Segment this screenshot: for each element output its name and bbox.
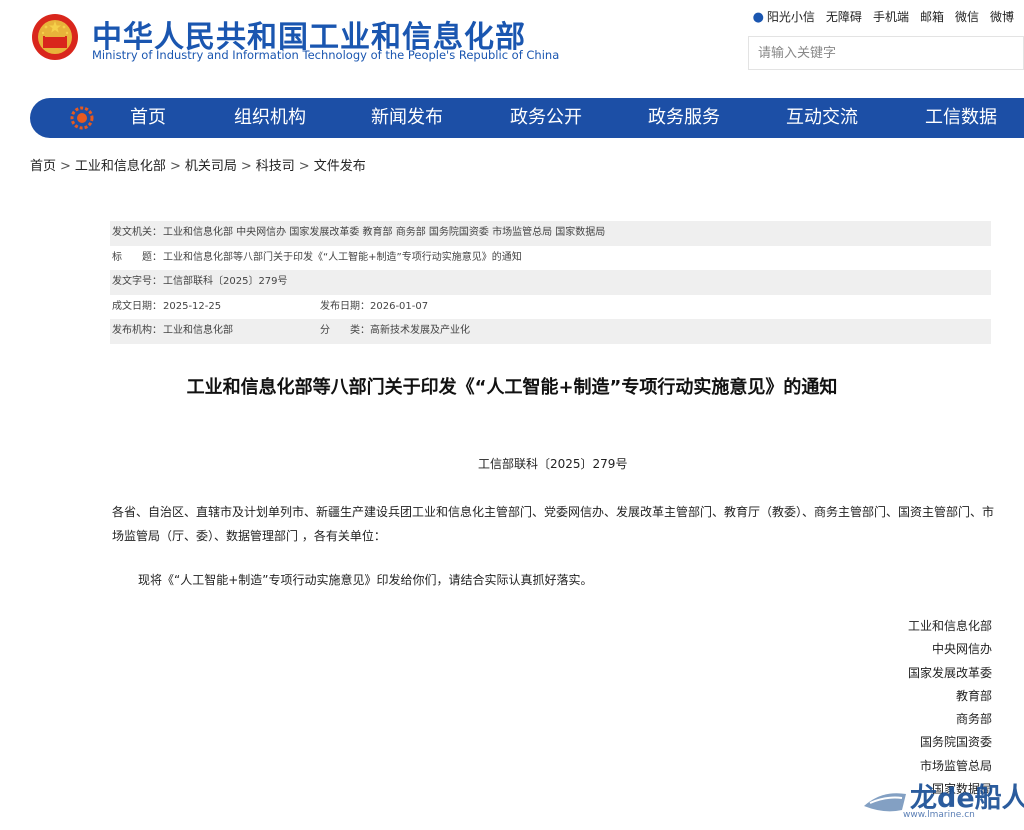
- top-links: ● 阳光小信 无障碍 手机端 邮箱 微信 微博: [753, 8, 1014, 25]
- nav-gov-affairs[interactable]: 政务公开: [510, 98, 582, 138]
- nav-gov-services[interactable]: 政务服务: [648, 98, 720, 138]
- nav-interaction[interactable]: 互动交流: [786, 98, 858, 138]
- meta-row-org: 发布机构： 工业和信息化部 分 类： 高新技术发展及产业化: [110, 319, 991, 344]
- breadcrumb-separator: >: [60, 159, 71, 174]
- signer: 中央网信办: [931, 642, 992, 657]
- breadcrumb-ministry[interactable]: 工业和信息化部: [75, 159, 166, 174]
- meta-value: 工业和信息化部等八部门关于印发《“人工智能+制造”专项行动实施意见》的通知: [163, 251, 522, 263]
- meta-value: 工信部联科〔2025〕279号: [163, 276, 288, 288]
- meta-value: 工业和信息化部: [163, 325, 233, 337]
- nav-organization[interactable]: 组织机构: [234, 98, 306, 138]
- meta-label: 发布日期：: [320, 300, 370, 312]
- breadcrumb-science-tech[interactable]: 科技司: [256, 159, 295, 174]
- search-input[interactable]: [749, 37, 1023, 69]
- meta-label: 发文机关：: [112, 227, 162, 238]
- meta-label: 分 类：: [320, 325, 370, 337]
- article-title: 工业和信息化部等八部门关于印发《“人工智能+制造”专项行动实施意见》的通知: [186, 377, 838, 398]
- document-number: 工信部联科〔2025〕279号: [478, 457, 628, 471]
- breadcrumb-separator: >: [298, 159, 310, 174]
- signer: 市场监管总局: [919, 758, 992, 773]
- signers-list: 工业和信息化部 中央网信办 国家发展改革委 教育部 商务部 国务院国资委 市场监…: [908, 615, 992, 801]
- nav-home[interactable]: 首页: [130, 98, 166, 138]
- nav-data[interactable]: 工信数据: [925, 98, 997, 138]
- miit-logo-icon[interactable]: [70, 106, 94, 130]
- meta-value: 高新技术发展及产业化: [370, 325, 470, 337]
- document-meta-table: 发文机关： 工业和信息化部 中央网信办 国家发展改革委 教育部 商务部 国务院国…: [110, 221, 991, 344]
- site-subtitle: Ministry of Industry and Information Tec…: [92, 48, 560, 62]
- meta-row-doc-number: 发文字号： 工信部联科〔2025〕279号: [110, 270, 991, 295]
- meta-label: 成文日期：: [112, 300, 162, 312]
- national-emblem-icon: [32, 14, 78, 60]
- nav-news[interactable]: 新闻发布: [371, 98, 443, 138]
- signer: 国务院国资委: [919, 735, 992, 750]
- breadcrumb: 首页 > 工业和信息化部 > 机关司局 > 科技司 > 文件发布: [30, 155, 366, 174]
- meta-label: 发布机构：: [112, 325, 162, 337]
- article-body: 现将《“人工智能+制造”专项行动实施意见》印发给你们，请结合实际认真抓好落实。: [138, 573, 593, 587]
- signer: 教育部: [955, 688, 992, 703]
- watermark-url: www.lmarine.cn: [903, 810, 975, 820]
- meta-label: 标 题：: [112, 251, 162, 263]
- top-link-mobile[interactable]: 手机端: [873, 8, 909, 25]
- breadcrumb-separator: >: [240, 159, 252, 174]
- search-box: [748, 36, 1024, 70]
- meta-value: 工业和信息化部 中央网信办 国家发展改革委 教育部 商务部 国务院国资委 市场监…: [163, 227, 606, 238]
- meta-row-issuer: 发文机关： 工业和信息化部 中央网信办 国家发展改革委 教育部 商务部 国务院国…: [110, 221, 991, 246]
- top-link-sunshine[interactable]: ● 阳光小信: [753, 8, 815, 25]
- breadcrumb-documents[interactable]: 文件发布: [314, 159, 366, 174]
- breadcrumb-separator: >: [169, 159, 181, 174]
- meta-value: 2025-12-25: [163, 300, 222, 312]
- top-link-mail[interactable]: 邮箱: [920, 8, 944, 25]
- signer: 国家发展改革委: [907, 665, 992, 680]
- article-recipients: 各省、自治区、直辖市及计划单列市、新疆生产建设兵团工业和信息化主管部门、党委网信…: [112, 505, 995, 543]
- signer: 工业和信息化部: [907, 619, 992, 633]
- meta-row-dates: 成文日期： 2025-12-25 发布日期： 2026-01-07: [110, 295, 991, 320]
- meta-row-subject: 标 题： 工业和信息化部等八部门关于印发《“人工智能+制造”专项行动实施意见》的…: [110, 246, 991, 271]
- breadcrumb-departments[interactable]: 机关司局: [185, 159, 237, 174]
- signer: 商务部: [955, 712, 992, 727]
- sunshine-icon: ●: [752, 10, 764, 25]
- top-link-wechat[interactable]: 微信: [955, 8, 979, 25]
- main-nav: 首页 组织机构 新闻发布 政务公开 政务服务 互动交流 工信数据: [30, 98, 1024, 138]
- top-link-accessibility[interactable]: 无障碍: [826, 8, 862, 25]
- meta-label: 发文字号：: [112, 276, 162, 288]
- breadcrumb-home[interactable]: 首页: [30, 159, 56, 174]
- top-link-weibo[interactable]: 微博: [990, 8, 1014, 25]
- meta-value: 2026-01-07: [370, 300, 429, 312]
